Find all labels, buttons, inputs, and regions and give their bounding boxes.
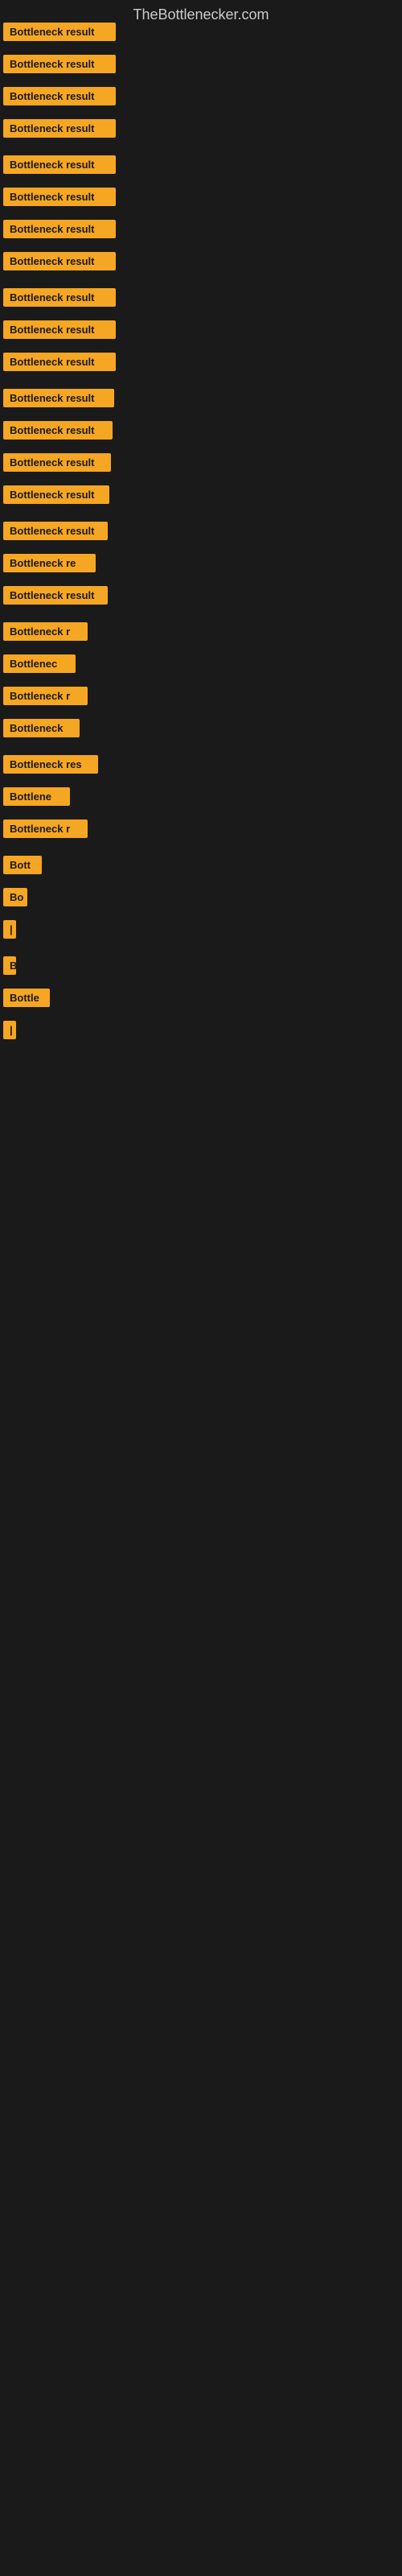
list-item[interactable]: Bottleneck r [3,687,88,705]
list-item[interactable]: Bottlenec [3,654,76,673]
list-item[interactable]: Bottleneck result [3,220,116,238]
list-item[interactable]: | [3,920,16,939]
list-item[interactable]: Bottleneck res [3,755,98,774]
list-item[interactable]: Bottleneck re [3,554,96,572]
list-item[interactable]: Bottleneck result [3,252,116,270]
list-item[interactable]: Bottleneck result [3,421,113,440]
list-item[interactable]: Bottleneck r [3,819,88,838]
list-item[interactable]: Bottleneck result [3,522,108,540]
list-item[interactable]: Bottleneck result [3,87,116,105]
page-wrapper: TheBottlenecker.com Bottleneck resultBot… [0,0,402,2576]
list-item[interactable]: Bottleneck result [3,586,108,605]
list-item[interactable]: B [3,956,16,975]
list-item[interactable]: Bottleneck [3,719,80,737]
list-item[interactable]: Bottleneck result [3,55,116,73]
list-item[interactable]: Bottleneck result [3,155,116,174]
list-item[interactable]: Bottleneck result [3,320,116,339]
list-item[interactable]: Bottleneck result [3,453,111,472]
list-item[interactable]: Bottleneck result [3,188,116,206]
list-item[interactable]: Bottleneck result [3,485,109,504]
list-item[interactable]: Bottle [3,989,50,1007]
list-item[interactable]: Bottleneck result [3,389,114,407]
list-item[interactable]: Bo [3,888,27,906]
list-item[interactable]: Bottleneck result [3,353,116,371]
list-item[interactable]: Bottleneck result [3,288,116,307]
list-item[interactable]: Bottlene [3,787,70,806]
list-item[interactable]: Bottleneck result [3,23,116,41]
list-item[interactable]: Bott [3,856,42,874]
list-item[interactable]: Bottleneck r [3,622,88,641]
list-item[interactable]: | [3,1021,16,1039]
list-item[interactable]: Bottleneck result [3,119,116,138]
